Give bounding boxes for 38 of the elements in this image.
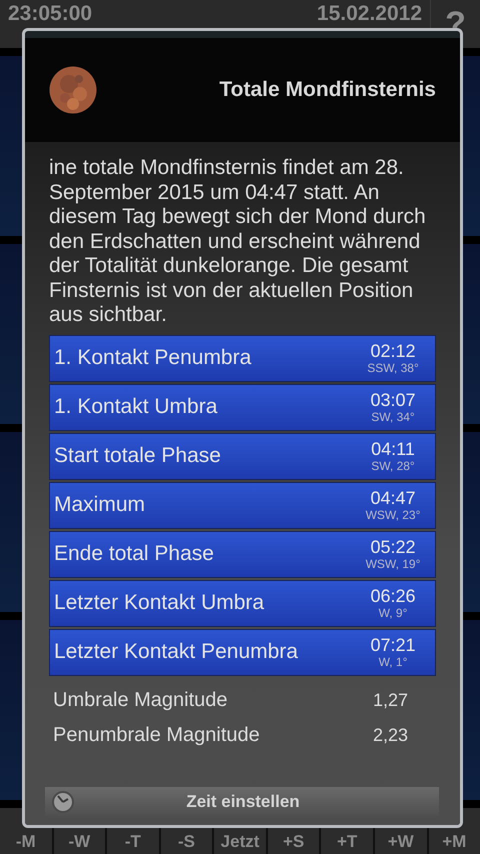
- dialog-title: Totale Mondfinsternis: [218, 78, 436, 102]
- eclipse-event-row[interactable]: Letzter Kontakt Umbra 06:26 W, 9°: [49, 580, 436, 626]
- clock-time: 23:05:00: [8, 2, 92, 26]
- event-name: 1. Kontakt Penumbra: [54, 346, 252, 370]
- event-time: 07:21: [370, 634, 416, 654]
- event-time: 04:47: [370, 488, 416, 508]
- clock-icon: [51, 790, 75, 814]
- event-name: Letzter Kontakt Penumbra: [54, 640, 299, 664]
- event-name: Letzter Kontakt Umbra: [54, 591, 266, 615]
- event-position: SSW, 38°: [367, 360, 419, 376]
- magnitude-label: Umbrale Magnitude: [53, 688, 229, 712]
- event-position: WSW, 23°: [366, 508, 420, 522]
- eclipse-event-row[interactable]: Letzter Kontakt Penumbra 07:21 W, 1°: [49, 628, 436, 676]
- magnitude-label: Penumbrale Magnitude: [53, 724, 261, 746]
- description-text: ine totale Mondfinsternis findet am 28. September 2015 um 04:47 statt. An diesem Tag bewegt sich der Mond durch den Erdschatten und erscheint während der Totalität dunkelorange. Die gesamt Finsternis ist von der aktuellen Position aus sichtbar.: [49, 156, 427, 328]
- set-time-button[interactable]: Zeit einstellen: [45, 787, 439, 817]
- eclipse-event-row[interactable]: Ende total Phase 05:22 WSW, 19°: [49, 530, 436, 578]
- eclipse-event-row[interactable]: Start totale Phase 04:11 SW, 28°: [49, 432, 436, 480]
- event-position: WSW, 19°: [366, 556, 420, 572]
- magnitude-value: 1,27: [372, 690, 408, 710]
- event-position: W, 1°: [378, 654, 408, 670]
- eclipse-event-row[interactable]: Maximum 04:47 WSW, 23°: [49, 482, 436, 528]
- magnitude-value: 2,23: [372, 724, 408, 746]
- event-name: Maximum: [54, 493, 146, 517]
- event-position: SW, 34°: [371, 410, 415, 424]
- event-time: 04:11: [371, 438, 415, 458]
- event-position: W, 9°: [378, 606, 408, 620]
- event-time: 03:07: [370, 390, 416, 410]
- event-name: Ende total Phase: [54, 542, 215, 566]
- event-position: SW, 28°: [371, 458, 415, 474]
- date-text: 15.02.2012: [316, 2, 422, 26]
- event-time: 02:12: [370, 340, 416, 360]
- event-time: 05:22: [370, 536, 416, 556]
- eclipse-event-row[interactable]: 1. Kontakt Umbra 03:07 SW, 34°: [49, 384, 436, 430]
- event-time: 06:26: [370, 586, 416, 606]
- event-name: 1. Kontakt Umbra: [54, 395, 218, 419]
- event-name: Start totale Phase: [54, 444, 222, 468]
- eclipse-event-row[interactable]: 1. Kontakt Penumbra 02:12 SSW, 38°: [49, 334, 436, 382]
